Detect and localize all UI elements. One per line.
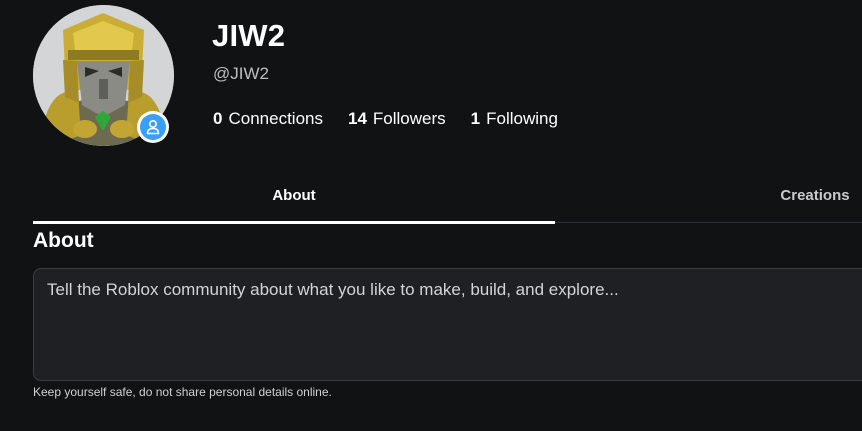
stat-following[interactable]: 1 Following <box>471 109 558 129</box>
safety-note: Keep yourself safe, do not share persona… <box>33 385 332 399</box>
presence-indicator <box>137 111 169 143</box>
stat-label: Followers <box>372 109 446 128</box>
profile-stats: 0 Connections 14 Followers 1 Following <box>213 109 558 129</box>
stat-count: 14 <box>347 109 367 128</box>
profile-tabs: About Creations <box>33 168 862 224</box>
user-status-icon <box>140 114 166 140</box>
stat-followers[interactable]: 14 Followers <box>348 109 446 129</box>
tab-about[interactable]: About <box>33 168 555 224</box>
username: @JIW2 <box>213 64 269 83</box>
stat-label: Connections <box>228 109 323 128</box>
avatar-container[interactable] <box>33 5 174 146</box>
stat-connections[interactable]: 0 Connections <box>213 109 323 129</box>
profile-page: JIW2 @JIW2 0 Connections 14 Followers 1 … <box>0 0 862 431</box>
stat-count: 1 <box>470 109 481 128</box>
stat-count: 0 <box>213 109 223 128</box>
display-name: JIW2 <box>212 18 286 53</box>
about-input[interactable] <box>33 268 862 381</box>
about-heading: About <box>33 229 94 252</box>
stat-label: Following <box>486 109 558 128</box>
tab-creations[interactable]: Creations <box>555 168 862 222</box>
